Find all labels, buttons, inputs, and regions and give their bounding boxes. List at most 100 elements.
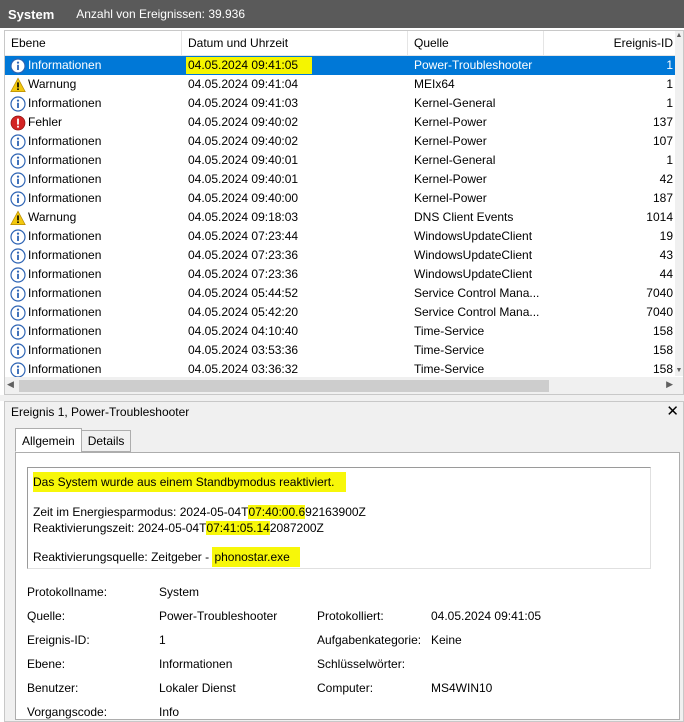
property-row: Quelle: Power-Troubleshooter Protokollie…	[27, 609, 667, 625]
datetime-cell: 04.05.2024 07:23:36	[182, 246, 408, 265]
datetime-text: 04.05.2024 09:41:03	[188, 96, 299, 110]
column-header-level[interactable]: Ebene	[5, 31, 182, 56]
level-value: Informationen	[159, 657, 233, 671]
level-cell: Informationen	[5, 56, 182, 75]
property-row: Protokollname: System	[27, 585, 667, 601]
event-details-panel: Ereignis 1, Power-Troubleshooter ✕ Allge…	[4, 401, 684, 722]
level-text: Warnung	[28, 210, 77, 224]
datetime-text: 04.05.2024 07:23:44	[188, 229, 299, 243]
source-value: Power-Troubleshooter	[159, 609, 278, 623]
datetime-cell: 04.05.2024 09:41:03	[182, 94, 408, 113]
event-id-cell: 43	[659, 248, 673, 262]
datetime-cell: 04.05.2024 07:23:44	[182, 227, 408, 246]
horizontal-scrollbar[interactable]: ◀ ▶	[5, 377, 677, 394]
tab-details[interactable]: Details	[80, 430, 132, 452]
opcode-label: Vorgangscode:	[27, 705, 108, 719]
task-category-value: Keine	[431, 633, 462, 647]
sleep-time-prefix: Zeit im Energiesparmodus: 2024-05-04T	[33, 505, 249, 519]
source-cell: MEIx64	[414, 77, 455, 91]
event-id-value: 1	[159, 633, 166, 647]
table-row[interactable]: Informationen 04.05.2024 05:42:20 Service …	[5, 303, 677, 322]
level-text: Informationen	[28, 305, 102, 319]
column-header-event-id[interactable]: Ereignis-ID	[544, 31, 677, 56]
source-cell: Kernel-Power	[414, 191, 487, 205]
details-tabs: Allgemein Details	[15, 428, 132, 452]
table-row[interactable]: Informationen 04.05.2024 03:53:36 Time-Ser…	[5, 341, 677, 360]
property-row: Vorgangscode: Info	[27, 705, 667, 721]
column-header-source[interactable]: Quelle	[408, 31, 544, 56]
source-cell: DNS Client Events	[414, 210, 514, 224]
datetime-text: 04.05.2024 09:18:03	[188, 210, 299, 224]
table-row[interactable]: Informationen 04.05.2024 07:23:44 WindowsU…	[5, 227, 677, 246]
datetime-cell: 04.05.2024 09:41:05	[182, 56, 408, 75]
table-row[interactable]: Informationen 04.05.2024 07:23:36 WindowsU…	[5, 265, 677, 284]
computer-value: MS4WIN10	[431, 681, 493, 695]
table-row[interactable]: Informationen 04.05.2024 09:41:03 Kernel-G…	[5, 94, 677, 113]
event-rows: Informationen 04.05.2024 09:41:05 Power-Tr…	[5, 56, 677, 379]
source-cell: Time-Service	[414, 324, 485, 338]
info-icon	[10, 247, 26, 264]
warning-icon	[10, 209, 26, 226]
level-text: Informationen	[28, 191, 102, 205]
level-cell: Informationen	[5, 132, 182, 151]
level-cell: Informationen	[5, 341, 182, 360]
info-icon	[10, 57, 26, 74]
wake-source-highlight: phonostar.exe	[212, 547, 300, 567]
log-name-value: System	[159, 585, 200, 599]
log-header-bar: System Anzahl von Ereignissen: 39.936	[0, 0, 684, 28]
table-row[interactable]: Warnung 04.05.2024 09:41:04 MEIx64 1	[5, 75, 677, 94]
level-text: Informationen	[28, 248, 102, 262]
scroll-down-icon[interactable]: ▼	[675, 366, 683, 376]
level-cell: Informationen	[5, 246, 182, 265]
table-row[interactable]: Informationen 04.05.2024 09:40:01 Kernel-G…	[5, 151, 677, 170]
datetime-cell: 04.05.2024 05:44:52	[182, 284, 408, 303]
info-icon	[10, 266, 26, 283]
table-row[interactable]: Informationen 04.05.2024 07:23:36 WindowsU…	[5, 246, 677, 265]
error-icon	[10, 115, 26, 131]
tab-general[interactable]: Allgemein	[15, 428, 82, 452]
table-row[interactable]: Informationen 04.05.2024 09:40:00 Kernel-P…	[5, 189, 677, 208]
general-tab-body: Das System wurde aus einem Standbymodus …	[15, 452, 680, 720]
scroll-right-icon[interactable]: ▶	[666, 379, 673, 390]
datetime-text: 04.05.2024 03:36:32	[188, 362, 299, 376]
close-icon[interactable]: ✕	[666, 402, 679, 420]
message-wake-source: Reaktivierungsquelle: Zeitgeber - phonos…	[33, 547, 300, 567]
opcode-value: Info	[159, 705, 180, 719]
source-cell: Kernel-General	[414, 153, 496, 167]
level-text: Informationen	[28, 172, 102, 186]
table-row[interactable]: Informationen 04.05.2024 09:40:02 Kernel-P…	[5, 132, 677, 151]
table-row[interactable]: Warnung 04.05.2024 09:18:03 DNS Client Eve…	[5, 208, 677, 227]
warning-icon	[10, 76, 26, 93]
event-list[interactable]: Ebene Datum und Uhrzeit Quelle Ereignis-…	[4, 30, 684, 395]
datetime-text: 04.05.2024 09:41:04	[188, 77, 299, 91]
table-row[interactable]: Informationen 04.05.2024 09:41:05 Power-Tr…	[5, 56, 677, 75]
datetime-text: 04.05.2024 09:41:05	[186, 57, 313, 74]
details-title: Ereignis 1, Power-Troubleshooter	[11, 405, 190, 419]
event-message-box[interactable]: Das System wurde aus einem Standbymodus …	[27, 467, 651, 569]
table-row[interactable]: Informationen 04.05.2024 09:40:01 Kernel-P…	[5, 170, 677, 189]
log-name-label: Protokollname:	[27, 585, 108, 599]
event-id-cell: 7040	[646, 305, 673, 319]
level-cell: Informationen	[5, 303, 182, 322]
scrollbar-corner	[677, 377, 683, 394]
datetime-cell: 04.05.2024 09:18:03	[182, 208, 408, 227]
table-row[interactable]: Fehler 04.05.2024 09:40:02 Kernel-Power 137	[5, 113, 677, 132]
table-row[interactable]: Informationen 04.05.2024 05:44:52 Service …	[5, 284, 677, 303]
level-cell: Warnung	[5, 208, 182, 227]
datetime-cell: 04.05.2024 07:23:36	[182, 265, 408, 284]
column-header-datetime[interactable]: Datum und Uhrzeit	[182, 31, 408, 56]
vertical-scrollbar[interactable]: ▲ ▼	[675, 31, 683, 376]
event-id-cell: 137	[652, 115, 673, 129]
datetime-cell: 04.05.2024 09:40:00	[182, 189, 408, 208]
level-text: Fehler	[28, 115, 63, 129]
level-cell: Fehler	[5, 113, 182, 132]
info-icon	[10, 342, 26, 359]
scroll-left-icon[interactable]: ◀	[7, 379, 14, 390]
level-text: Informationen	[28, 58, 102, 72]
table-row[interactable]: Informationen 04.05.2024 04:10:40 Time-Ser…	[5, 322, 677, 341]
source-cell: Service Control Mana...	[414, 286, 540, 300]
horizontal-scroll-thumb[interactable]	[19, 380, 549, 392]
property-row: Ereignis-ID: 1 Aufgabenkategorie: Keine	[27, 633, 667, 649]
wake-time-prefix: Reaktivierungszeit: 2024-05-04T	[33, 521, 207, 535]
scroll-up-icon[interactable]: ▲	[675, 31, 683, 41]
